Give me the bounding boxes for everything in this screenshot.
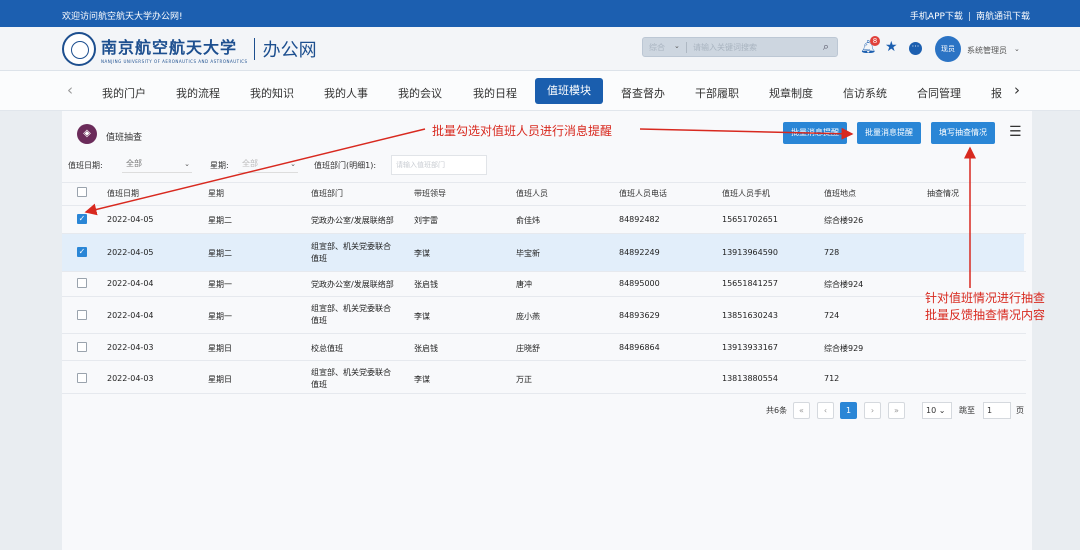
annotation-check-line2: 批量反馈抽查情况内容 bbox=[925, 308, 1046, 322]
annotation-arrows bbox=[84, 127, 976, 288]
annotation-check-line1: 针对值班情况进行抽查 bbox=[925, 291, 1046, 305]
annotation-batch-remind: 批量勾选对值班人员进行消息提醒 bbox=[432, 124, 613, 138]
arrow-to-remind-button bbox=[639, 127, 854, 140]
arrow-to-checkbox bbox=[84, 128, 426, 216]
